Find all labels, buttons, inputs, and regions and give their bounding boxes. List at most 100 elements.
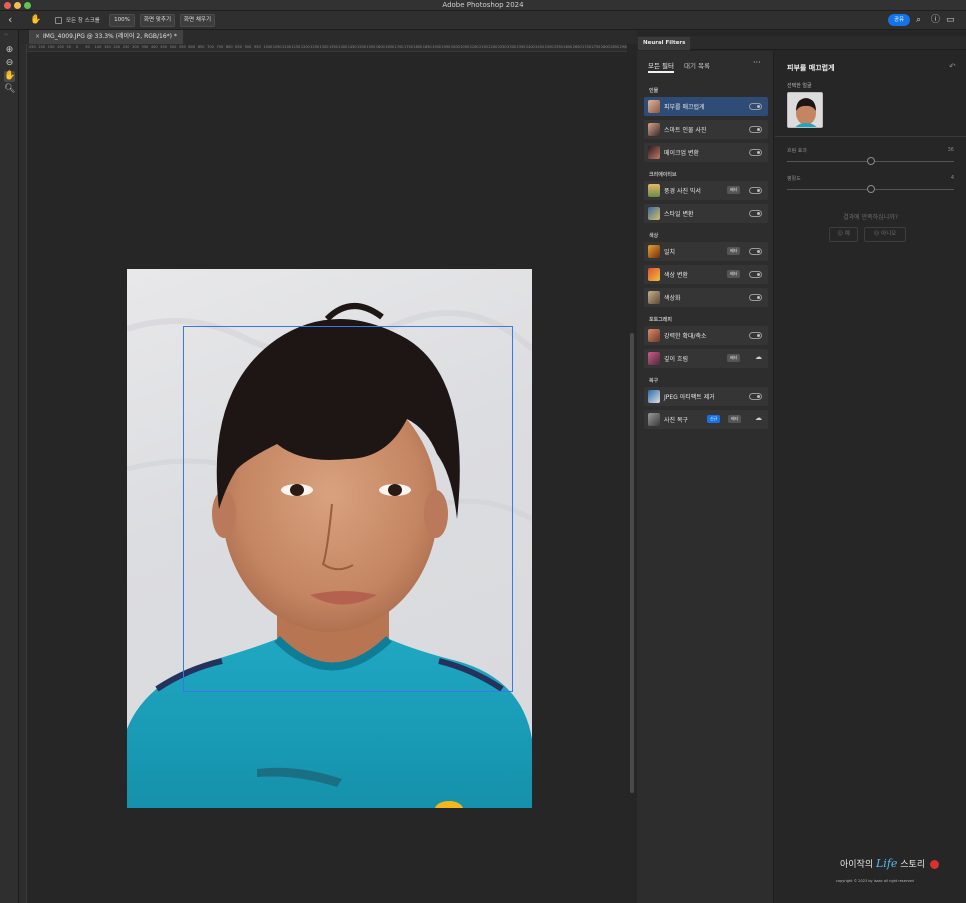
filter-landscape-mixer[interactable]: 풍경 사진 믹서 베타 [644, 181, 768, 200]
filter-toggle[interactable] [749, 126, 762, 133]
super-zoom-thumbnail [648, 329, 660, 342]
ruler-tick-label: 800 [225, 45, 233, 49]
ruler-tick-label: 2150 [479, 45, 488, 49]
filter-depth-blur[interactable]: 깊이 흐림 베타 ☁ [644, 349, 768, 368]
ruler-tick-label: 1600 [375, 45, 385, 49]
ruler-tick-label: 1400 [338, 45, 348, 49]
ruler-tick-label: 300 [132, 45, 139, 49]
smart-portrait-thumbnail [648, 123, 660, 136]
canvas-scrollbar[interactable] [629, 53, 635, 903]
tools-panel: ›› ⊕ ⊖ ✋ 🔍︎ [0, 30, 19, 903]
ruler-tick-label: 2000 [450, 45, 460, 49]
scrollbar-thumb[interactable] [630, 333, 634, 793]
filter-color-transfer[interactable]: 색상 변환 베타 [644, 265, 768, 284]
ruler-tick-label: 250 [122, 45, 130, 49]
neural-filters-tab-bar: Neural Filters [637, 36, 966, 50]
reset-icon[interactable]: ↶ [949, 62, 956, 71]
filter-makeup-transfer[interactable]: 메이크업 변환 [644, 143, 768, 162]
filter-harmonization[interactable]: 일치 베타 [644, 242, 768, 261]
color-transfer-thumbnail [648, 268, 660, 281]
filter-label: 색상 변환 [664, 272, 688, 279]
search-icon[interactable]: ⌕ [916, 14, 921, 26]
selected-face-thumbnail[interactable] [787, 92, 823, 128]
filter-toggle[interactable] [749, 294, 762, 301]
ruler-tick-label: 900 [244, 45, 252, 49]
yes-label: 예 [844, 231, 850, 237]
workspace-icon[interactable]: ▭ [946, 14, 955, 26]
neural-filters-panel-tab[interactable]: Neural Filters [638, 37, 691, 50]
skin-smoothing-thumbnail [648, 100, 660, 113]
document-tab-bar: × IMG_4009.JPG @ 33.3% (레이어 2, RGB/16*) * [19, 30, 637, 44]
cloud-download-icon[interactable]: ☁ [755, 353, 762, 361]
back-chevron-icon[interactable]: ‹ [8, 14, 12, 26]
title-bar: Adobe Photoshop 2024 [0, 0, 966, 11]
close-tab-icon[interactable]: × [35, 33, 40, 40]
filter-smart-portrait[interactable]: 스마트 인물 사진 [644, 120, 768, 139]
filter-colorize[interactable]: 색상화 [644, 288, 768, 307]
fit-screen-button[interactable]: 화면 맞추기 [140, 14, 175, 27]
watermark-logo-icon [930, 860, 939, 869]
ruler-tick-label: 1200 [300, 45, 310, 49]
fill-screen-button[interactable]: 화면 채우기 [180, 14, 215, 27]
ruler-tick-label: 100 [57, 45, 64, 49]
blur-value[interactable]: 36 [948, 147, 954, 153]
ruler-tick-label: 150 [104, 45, 111, 49]
app-title: Adobe Photoshop 2024 [442, 1, 524, 9]
help-icon[interactable]: ⓘ [931, 14, 940, 26]
settings-title: 피부를 매끄럽게 [787, 64, 835, 72]
zoom-tool-icon[interactable]: 🔍︎ [4, 84, 15, 95]
share-button[interactable]: 공유 [888, 14, 910, 26]
ruler-tick-label: 1550 [366, 45, 376, 49]
blur-label: 흐림 효과 [787, 148, 807, 154]
filter-skin-smoothing[interactable]: 피부를 매끄럽게 [644, 97, 768, 116]
ruler-tick-label: 1250 [310, 45, 320, 49]
scroll-all-windows-label: 모든 창 스크롤 [66, 18, 100, 24]
filter-super-zoom[interactable]: 강력한 확대/축소 [644, 326, 768, 345]
zoom-out-icon[interactable]: ⊖ [4, 58, 15, 69]
cloud-download-icon[interactable]: ☁ [755, 414, 762, 422]
horizontal-ruler[interactable]: 250 200 150 100 50 0 50 100 150 200 250 300 350 400 45… [27, 44, 627, 52]
beta-badge: 베타 [727, 270, 741, 278]
no-button[interactable]: ☹ 아니오 [864, 227, 906, 242]
filter-style-transfer[interactable]: 스타일 변환 [644, 204, 768, 223]
filter-list-panel: 모든 필터 대기 목록 ··· 인물 피부를 매끄럽게 스마트 인물 사진 메이… [637, 51, 774, 903]
ruler-tick-label: 350 [141, 45, 149, 49]
yes-button[interactable]: ☺ 예 [829, 227, 858, 242]
active-tab-indicator [648, 71, 674, 73]
filter-toggle[interactable] [749, 149, 762, 156]
ruler-tick-label: 2650 [572, 45, 582, 49]
satisfaction-question: 결과에 만족하십니까? [843, 214, 898, 221]
panel-grip-icon[interactable]: ›› [4, 32, 8, 38]
filter-toggle[interactable] [749, 248, 762, 255]
watermark-name: 아이작의 [840, 860, 874, 870]
hand-tool-icon[interactable]: ✋ [4, 71, 15, 82]
settings-divider [775, 136, 966, 137]
smoothness-slider-knob[interactable] [866, 185, 875, 193]
ruler-tick-label: 950 [254, 45, 261, 49]
face-thumbnail-image [788, 93, 822, 127]
tab-waitlist[interactable]: 대기 목록 [684, 60, 710, 70]
category-restoration: 복구 [649, 378, 659, 384]
filter-toggle[interactable] [749, 103, 762, 110]
filter-toggle[interactable] [749, 210, 762, 217]
blur-slider-knob[interactable] [866, 157, 875, 165]
watermark-title: 아이작의 Life 스토리 [840, 857, 939, 870]
smoothness-value[interactable]: 4 [951, 175, 954, 181]
scroll-all-windows-checkbox[interactable] [55, 17, 62, 24]
filter-photo-restoration[interactable]: 사진 복구 신규 베타 ☁ [644, 410, 768, 429]
watermark-life: Life [876, 857, 898, 870]
ruler-tick-label: 2850 [610, 45, 620, 49]
filter-toggle[interactable] [749, 393, 762, 400]
ruler-tick-label: 2700 [582, 45, 592, 49]
document-tab[interactable]: × IMG_4009.JPG @ 33.3% (레이어 2, RGB/16*) * [29, 30, 183, 44]
more-options-icon[interactable]: ··· [753, 58, 761, 67]
filter-toggle[interactable] [749, 271, 762, 278]
filter-jpeg-artifacts-removal[interactable]: JPEG 아티팩트 제거 [644, 387, 768, 406]
filter-toggle[interactable] [749, 187, 762, 194]
filter-toggle[interactable] [749, 332, 762, 339]
zoom-100-button[interactable]: 100% [109, 14, 135, 27]
filter-label: 스타일 변환 [664, 211, 694, 218]
zoom-in-icon[interactable]: ⊕ [4, 45, 15, 56]
vertical-ruler[interactable] [19, 44, 27, 903]
tab-all-filters[interactable]: 모든 필터 [648, 60, 674, 70]
